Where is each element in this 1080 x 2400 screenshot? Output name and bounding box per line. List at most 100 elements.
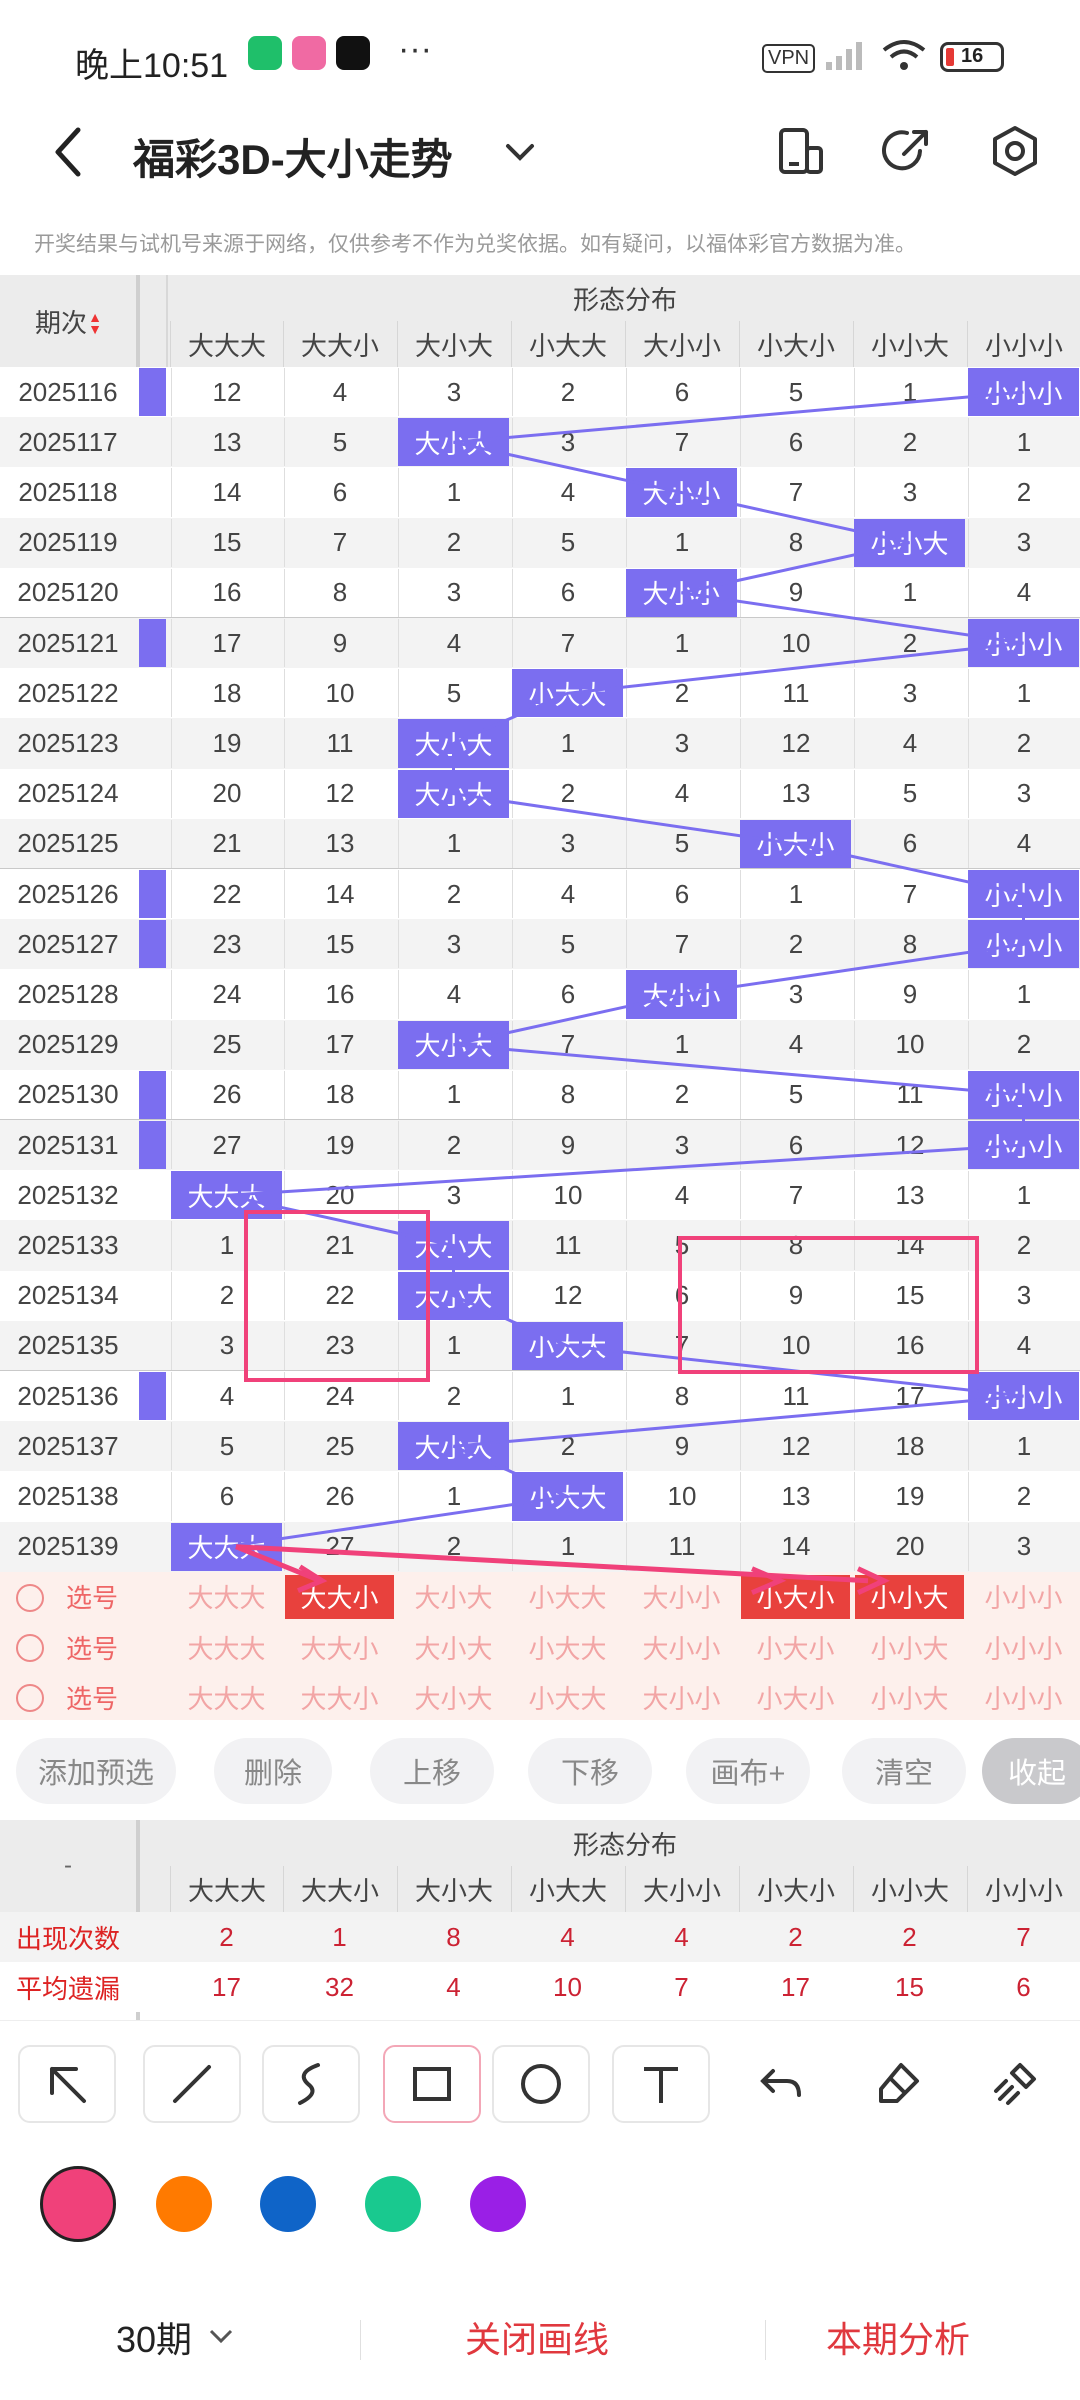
color-swatch[interactable] bbox=[365, 2176, 421, 2232]
omission-cell: 4 bbox=[740, 1020, 851, 1069]
sort-arrows-icon[interactable]: ▲▼ bbox=[87, 309, 103, 333]
text-tool-icon[interactable] bbox=[612, 2045, 710, 2123]
pick-option[interactable]: 大大小 bbox=[285, 1675, 394, 1719]
back-button[interactable] bbox=[44, 124, 94, 180]
move-up-button[interactable]: 上移 bbox=[370, 1738, 494, 1804]
omission-cell: 9 bbox=[740, 568, 851, 617]
pick-option[interactable]: 小大小 bbox=[741, 1625, 850, 1669]
pattern-hit-cell: 大小大 bbox=[398, 1221, 509, 1270]
omission-cell: 3 bbox=[740, 970, 851, 1019]
pick-option-selected[interactable]: 大大小 bbox=[285, 1574, 394, 1619]
rectangle-tool-icon[interactable] bbox=[383, 2045, 481, 2123]
period-header[interactable]: 期次 ▲▼ bbox=[0, 275, 136, 367]
omission-cell: 11 bbox=[626, 1522, 737, 1571]
pattern-hit-cell: 大小大 bbox=[398, 1020, 509, 1069]
omission-cell: 3 bbox=[854, 468, 965, 517]
pick-option[interactable]: 大小小 bbox=[627, 1575, 736, 1619]
pick-option[interactable]: 大小大 bbox=[399, 1675, 508, 1719]
omission-cell: 9 bbox=[626, 1422, 737, 1471]
column-header: 小小大 bbox=[853, 321, 966, 367]
pick-option[interactable]: 大大大 bbox=[172, 1625, 281, 1669]
circle-tool-icon[interactable] bbox=[492, 2045, 590, 2123]
color-swatch[interactable] bbox=[260, 2176, 316, 2232]
omission-cell: 1 bbox=[171, 1221, 282, 1270]
undo-tool-icon[interactable] bbox=[735, 2045, 825, 2123]
current-analysis-button[interactable]: 本期分析 bbox=[826, 2311, 970, 2363]
clear-tool-icon[interactable] bbox=[970, 2045, 1060, 2123]
pick-row-label: 选号 bbox=[65, 1633, 118, 1664]
omission-cell: 6 bbox=[626, 1271, 737, 1320]
pattern-hit-cell: 大小大 bbox=[398, 719, 509, 768]
arrow-tool-icon[interactable] bbox=[18, 2045, 116, 2123]
split-screen-icon[interactable] bbox=[775, 126, 825, 178]
pick-option[interactable]: 大大大 bbox=[172, 1575, 281, 1619]
column-header: 大小大 bbox=[397, 321, 510, 367]
omission-cell: 10 bbox=[512, 1171, 623, 1220]
period-cell: 2025126 bbox=[17, 878, 119, 909]
omission-cell: 5 bbox=[854, 769, 965, 818]
drawing-toolbar bbox=[0, 2020, 1080, 2150]
omission-cell: 13 bbox=[171, 418, 282, 467]
pick-option[interactable]: 小小小 bbox=[969, 1575, 1078, 1619]
omission-cell: 11 bbox=[740, 1372, 851, 1421]
eraser-tool-icon[interactable] bbox=[853, 2045, 943, 2123]
pick-row-label: 选号 bbox=[65, 1683, 118, 1714]
settings-icon[interactable] bbox=[988, 124, 1042, 178]
omission-cell: 10 bbox=[854, 1020, 965, 1069]
pattern-hit-cell: 小大大 bbox=[512, 1321, 623, 1370]
clear-button[interactable]: 清空 bbox=[842, 1738, 966, 1804]
title-dropdown-icon[interactable] bbox=[500, 132, 540, 172]
pattern-hit-cell: 大大大 bbox=[171, 1522, 282, 1571]
omission-cell: 20 bbox=[171, 769, 282, 818]
bottom-bar: 30期 关闭画线 本期分析 bbox=[0, 2275, 1080, 2400]
omission-cell: 4 bbox=[398, 970, 509, 1019]
pick-radio-icon[interactable] bbox=[16, 1684, 44, 1713]
period-select[interactable]: 30期 bbox=[116, 2311, 192, 2363]
pick-option[interactable]: 小小小 bbox=[969, 1625, 1078, 1669]
omission-cell: 3 bbox=[968, 769, 1079, 818]
pick-option[interactable]: 大小大 bbox=[399, 1625, 508, 1669]
omission-cell: 2 bbox=[968, 1020, 1079, 1069]
pick-option[interactable]: 小大小 bbox=[741, 1675, 850, 1719]
pick-option[interactable]: 大小小 bbox=[627, 1675, 736, 1719]
pick-option[interactable]: 大小小 bbox=[627, 1625, 736, 1669]
omission-cell: 4 bbox=[854, 719, 965, 768]
close-lines-button[interactable]: 关闭画线 bbox=[465, 2311, 609, 2363]
omission-cell: 6 bbox=[512, 970, 623, 1019]
share-icon[interactable] bbox=[880, 124, 934, 178]
pick-option[interactable]: 大大小 bbox=[285, 1625, 394, 1669]
omission-cell: 1 bbox=[968, 669, 1079, 718]
pick-option[interactable]: 小大大 bbox=[513, 1575, 622, 1619]
move-down-button[interactable]: 下移 bbox=[528, 1738, 652, 1804]
freehand-tool-icon[interactable] bbox=[262, 2045, 360, 2123]
color-swatch[interactable] bbox=[40, 2166, 116, 2242]
color-swatch[interactable] bbox=[470, 2176, 526, 2232]
pick-option[interactable]: 小小大 bbox=[855, 1675, 964, 1719]
pick-option-selected[interactable]: 小大小 bbox=[741, 1574, 850, 1619]
color-swatch[interactable] bbox=[156, 2176, 212, 2232]
pick-radio-icon[interactable] bbox=[16, 1634, 44, 1662]
pick-option[interactable]: 小小小 bbox=[969, 1675, 1078, 1719]
line-tool-icon[interactable] bbox=[143, 2045, 241, 2123]
period-chevron-icon[interactable] bbox=[206, 2321, 236, 2351]
page-title[interactable]: 福彩3D-大小走势 bbox=[133, 126, 453, 187]
omission-cell: 9 bbox=[284, 619, 395, 668]
small-marker bbox=[139, 1372, 166, 1421]
add-preselect-button[interactable]: 添加预选 bbox=[16, 1738, 176, 1804]
omission-cell: 16 bbox=[854, 1321, 965, 1370]
pick-option[interactable]: 小大大 bbox=[513, 1675, 622, 1719]
omission-cell: 5 bbox=[512, 518, 623, 567]
canvas-plus-button[interactable]: 画布+ bbox=[686, 1738, 810, 1804]
pick-option[interactable]: 小小大 bbox=[855, 1625, 964, 1669]
collapse-button[interactable]: 收起 bbox=[982, 1738, 1080, 1804]
pick-radio-icon[interactable] bbox=[16, 1583, 44, 1612]
pick-option-selected[interactable]: 小小大 bbox=[855, 1574, 964, 1619]
pick-option[interactable]: 小大大 bbox=[513, 1625, 622, 1669]
omission-cell: 1 bbox=[968, 970, 1079, 1019]
pick-option[interactable]: 大大大 bbox=[172, 1675, 281, 1719]
omission-cell: 7 bbox=[284, 518, 395, 567]
delete-button[interactable]: 删除 bbox=[214, 1738, 332, 1804]
pick-option[interactable]: 大小大 bbox=[399, 1575, 508, 1619]
omission-cell: 8 bbox=[512, 1070, 623, 1119]
period-cell: 2025131 bbox=[17, 1129, 119, 1160]
